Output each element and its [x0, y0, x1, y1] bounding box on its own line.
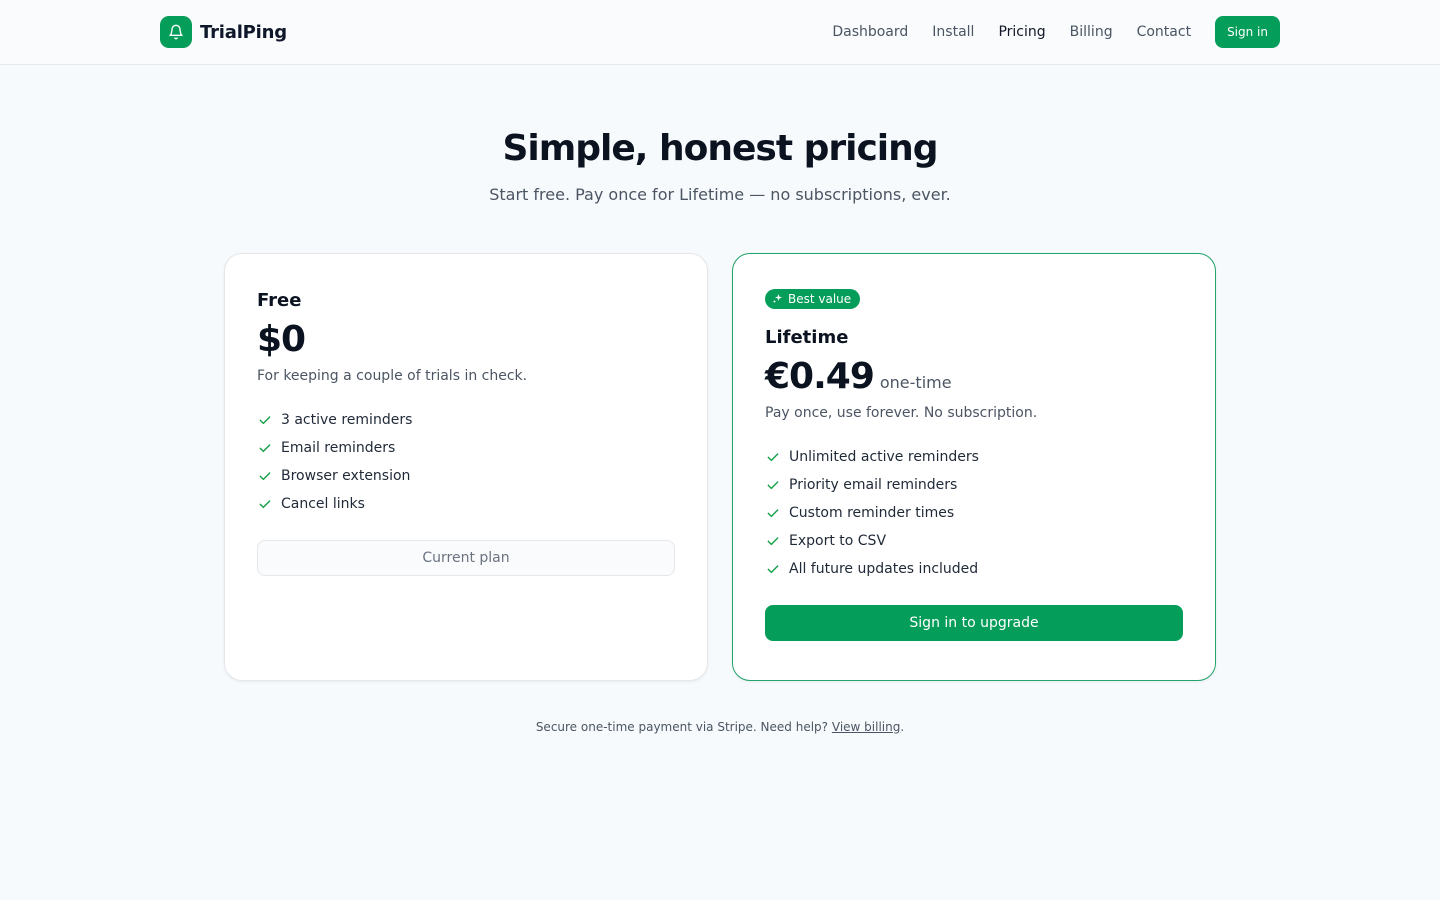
feature-item: All future updates included	[765, 555, 1183, 583]
footnote-period: .	[900, 720, 905, 734]
check-icon	[259, 500, 271, 509]
feature-label: All future updates included	[789, 561, 979, 577]
check-icon	[767, 453, 779, 462]
current-plan-button[interactable]: Current plan	[257, 540, 675, 576]
plan-price: €0.49	[765, 356, 875, 397]
brand-name: TrialPing	[200, 21, 287, 43]
nav-contact[interactable]: Contact	[1137, 24, 1191, 40]
main-nav: Dashboard Install Pricing Billing Contac…	[832, 16, 1280, 48]
pricing-hero: Simple, honest pricing Start free. Pay o…	[0, 65, 1440, 204]
nav-billing[interactable]: Billing	[1070, 24, 1113, 40]
upgrade-button[interactable]: Sign in to upgrade	[765, 605, 1183, 641]
sparkles-icon	[773, 294, 782, 303]
price-suffix: one-time	[879, 373, 952, 392]
feature-label: Unlimited active reminders	[789, 449, 979, 465]
feature-label: Custom reminder times	[789, 505, 955, 521]
plan-name: Free	[257, 290, 302, 311]
check-icon	[767, 565, 779, 574]
plan-card-free: Free $0 For keeping a couple of trials i…	[224, 253, 708, 681]
plan-description: Pay once, use forever. No subscription.	[765, 405, 1038, 421]
feature-item: Custom reminder times	[765, 499, 1183, 527]
check-icon	[767, 509, 779, 518]
pricing-cards: Free $0 For keeping a couple of trials i…	[224, 253, 1216, 681]
check-icon	[767, 537, 779, 546]
price-row: €0.49 one-time	[765, 356, 1183, 397]
feature-label: Export to CSV	[789, 533, 887, 549]
feature-item: Export to CSV	[765, 527, 1183, 555]
feature-label: Cancel links	[281, 496, 365, 512]
check-icon	[259, 416, 271, 425]
feature-item: Priority email reminders	[765, 471, 1183, 499]
feature-item: Unlimited active reminders	[765, 443, 1183, 471]
nav-dashboard[interactable]: Dashboard	[832, 24, 908, 40]
plan-description: For keeping a couple of trials in check.	[257, 368, 528, 384]
brand-home-link[interactable]: TrialPing	[160, 16, 287, 48]
page-title: Simple, honest pricing	[502, 128, 938, 169]
top-navbar: TrialPing Dashboard Install Pricing Bill…	[0, 0, 1440, 65]
check-icon	[259, 472, 271, 481]
payment-footnote: Secure one-time payment via Stripe. Need…	[0, 720, 1440, 734]
feature-label: 3 active reminders	[281, 412, 413, 428]
best-value-badge: Best value	[765, 289, 861, 309]
page-subtitle: Start free. Pay once for Lifetime — no s…	[489, 185, 951, 204]
feature-list: Unlimited active reminders Priority emai…	[765, 443, 1183, 583]
feature-list: 3 active reminders Email reminders Brows…	[257, 406, 675, 518]
plan-price: $0	[257, 319, 306, 360]
plan-card-lifetime: Best value Lifetime €0.49 one-time Pay o…	[732, 253, 1216, 681]
feature-item: Cancel links	[257, 490, 675, 518]
plan-name: Lifetime	[765, 327, 849, 348]
badge-label: Best value	[788, 292, 852, 306]
feature-item: 3 active reminders	[257, 406, 675, 434]
check-icon	[259, 444, 271, 453]
check-icon	[767, 481, 779, 490]
feature-label: Email reminders	[281, 440, 396, 456]
nav-install[interactable]: Install	[932, 24, 974, 40]
nav-pricing[interactable]: Pricing	[998, 24, 1045, 40]
bell-icon	[160, 16, 192, 48]
view-billing-link[interactable]: View billing	[832, 720, 900, 734]
feature-label: Browser extension	[281, 468, 411, 484]
sign-in-button[interactable]: Sign in	[1215, 16, 1280, 48]
feature-item: Browser extension	[257, 462, 675, 490]
feature-label: Priority email reminders	[789, 477, 958, 493]
footnote-text: Secure one-time payment via Stripe. Need…	[535, 720, 829, 734]
price-row: $0	[257, 319, 675, 360]
feature-item: Email reminders	[257, 434, 675, 462]
